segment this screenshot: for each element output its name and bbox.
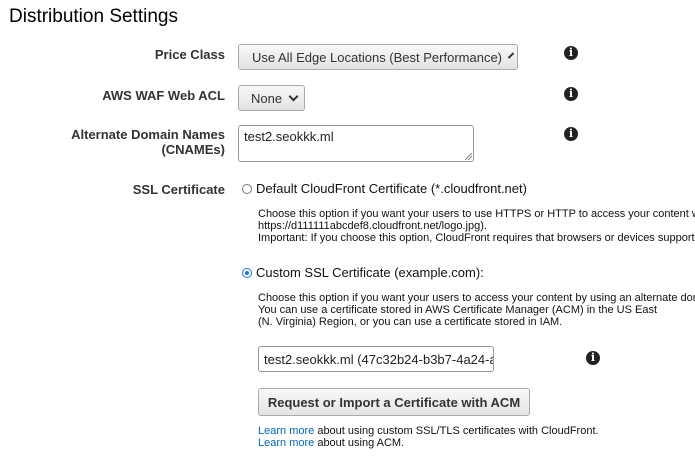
cnames-value: test2.seokkk.ml — [244, 129, 334, 144]
help-line: Choose this option if you want your user… — [258, 208, 695, 220]
waf-select[interactable]: None — [238, 85, 305, 111]
cnames-label-line2: (CNAMEs) — [161, 142, 225, 157]
page-title: Distribution Settings — [9, 6, 178, 27]
resize-handle-icon[interactable] — [465, 153, 472, 160]
price-class-select[interactable]: Use All Edge Locations (Best Performance… — [238, 44, 518, 70]
price-class-label: Price Class — [154, 47, 225, 62]
info-icon[interactable]: i — [564, 46, 578, 60]
ssl-label: SSL Certificate — [132, 182, 225, 197]
help-line: (N. Virginia) Region, or you can use a c… — [258, 316, 563, 328]
cnames-textarea[interactable]: test2.seokkk.ml — [238, 125, 474, 162]
request-certificate-button[interactable]: Request or Import a Certificate with ACM — [258, 388, 530, 416]
waf-value: None — [251, 90, 283, 106]
certificate-value: test2.seokkk.ml (47c32b24-b3b7-4a24-a — [264, 351, 494, 367]
chevron-down-icon — [288, 91, 299, 101]
price-class-value: Use All Edge Locations (Best Performance… — [252, 49, 503, 65]
learn-more-acm-text: about using ACM. — [314, 437, 405, 449]
default-certificate-label[interactable]: Default CloudFront Certificate (*.cloudf… — [256, 181, 527, 196]
custom-certificate-radio[interactable] — [242, 268, 252, 278]
cnames-label-line1: Alternate Domain Names — [71, 127, 225, 142]
custom-certificate-help: Choose this option if you want your user… — [258, 292, 695, 328]
custom-certificate-label[interactable]: Custom SSL Certificate (example.com): — [256, 265, 484, 280]
learn-more-ssl-text: about using custom SSL/TLS certificates … — [314, 425, 599, 437]
certificate-input[interactable]: test2.seokkk.ml (47c32b24-b3b7-4a24-a — [258, 346, 494, 372]
learn-more-ssl: Learn more about using custom SSL/TLS ce… — [258, 425, 599, 437]
default-certificate-radio[interactable] — [242, 184, 252, 194]
chevron-down-icon — [507, 51, 515, 59]
learn-more-acm-link[interactable]: Learn more — [258, 437, 314, 449]
help-line: Choose this option if you want your user… — [258, 292, 695, 304]
info-icon[interactable]: i — [564, 87, 578, 101]
info-icon[interactable]: i — [586, 351, 600, 365]
learn-more-ssl-link[interactable]: Learn more — [258, 425, 314, 437]
learn-more-acm: Learn more about using ACM. — [258, 437, 404, 449]
cnames-label: Alternate Domain Names (CNAMEs) — [10, 127, 225, 157]
waf-label: AWS WAF Web ACL — [102, 88, 225, 103]
default-certificate-help: Choose this option if you want your user… — [258, 208, 695, 244]
info-icon[interactable]: i — [564, 127, 578, 141]
help-line: You can use a certificate stored in AWS … — [258, 304, 658, 316]
help-line: https://d111111abcdef8.cloudfront.net/lo… — [258, 220, 487, 232]
help-line: Important: If you choose this option, Cl… — [258, 232, 695, 244]
